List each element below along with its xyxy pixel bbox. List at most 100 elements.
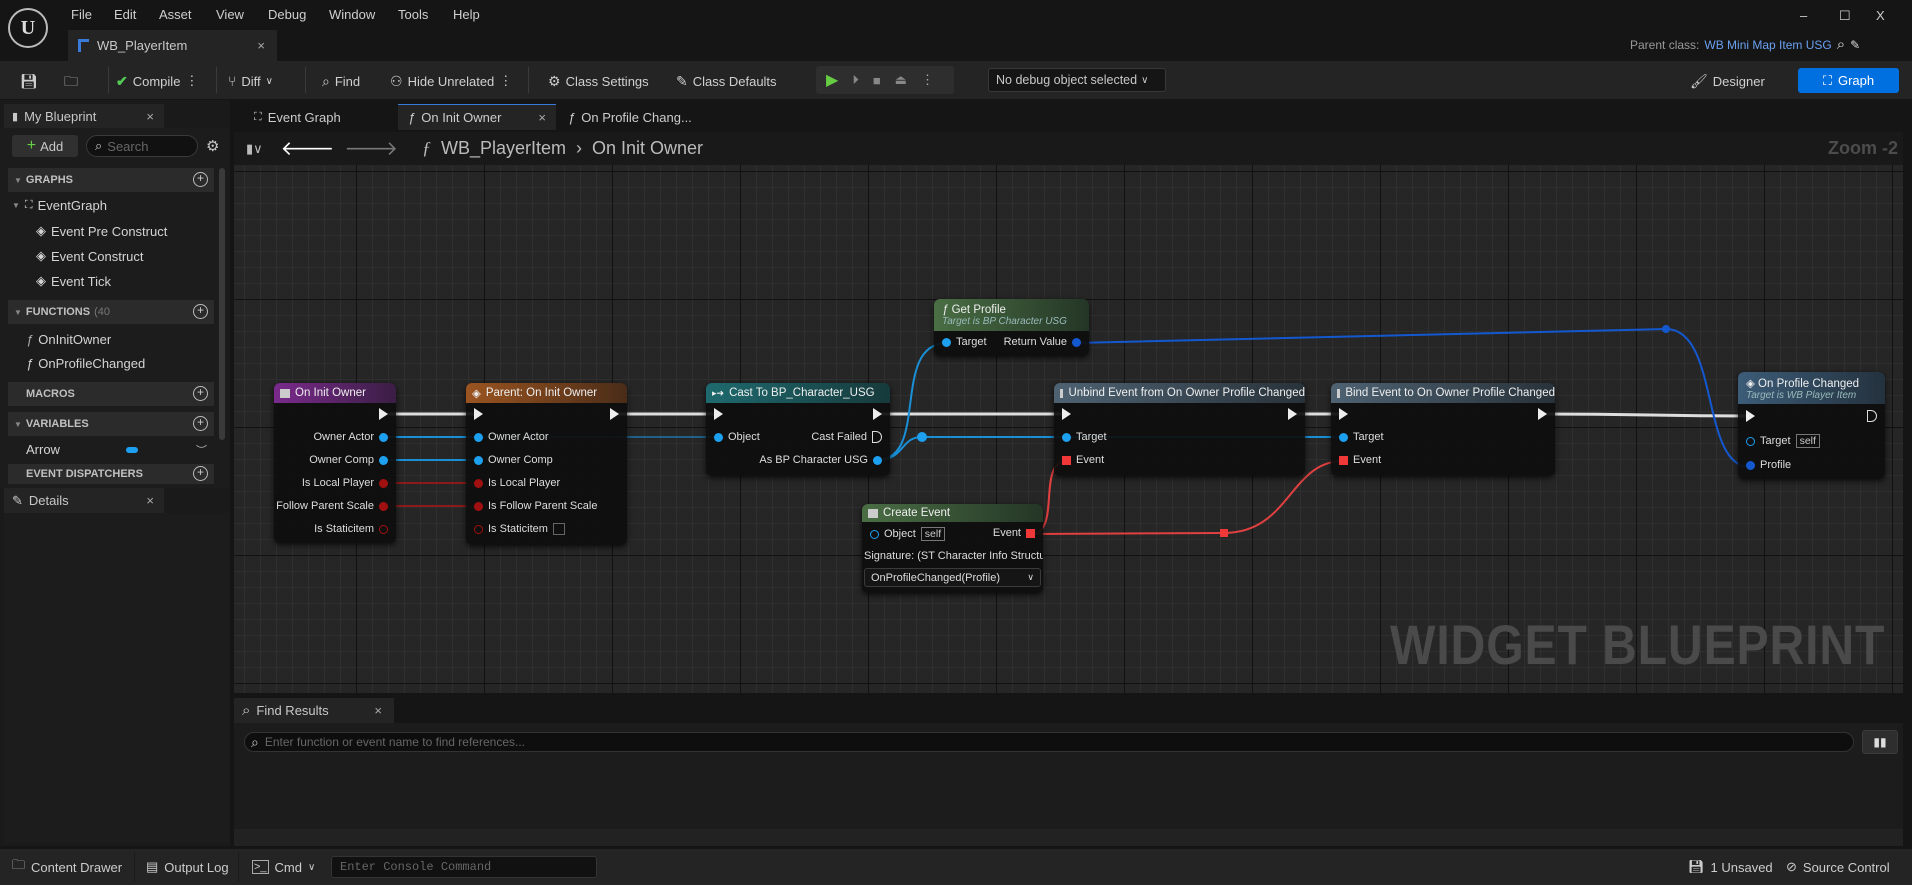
cmd-dropdown[interactable]: >_ Cmd ∨ xyxy=(252,850,315,884)
function-entry-icon xyxy=(280,388,290,398)
exec-out-pin[interactable] xyxy=(1867,410,1877,422)
pin-is-staticitem[interactable] xyxy=(474,524,483,534)
pin-label: Cast Failed xyxy=(811,431,867,443)
node-on-profile-changed[interactable]: ◈ On Profile Changed Target is WB Player … xyxy=(1738,372,1885,479)
close-icon[interactable]: × xyxy=(374,703,382,718)
target-self-input[interactable]: self xyxy=(1795,434,1820,448)
exec-out-pin[interactable] xyxy=(379,408,388,420)
pin-return-value[interactable] xyxy=(1072,337,1081,347)
console-command-input[interactable]: Enter Console Command xyxy=(331,856,597,878)
function-node-icon xyxy=(1060,388,1064,398)
find-binoculars-button[interactable]: ▮▮ xyxy=(1862,730,1898,754)
exec-in-pin[interactable] xyxy=(714,408,723,420)
pin-label: Owner Actor xyxy=(488,431,549,443)
pin-label: Owner Actor xyxy=(313,431,374,443)
find-results-tab-label: Find Results xyxy=(256,703,329,718)
function-select-dropdown[interactable]: OnProfileChanged(Profile) ∨ xyxy=(864,568,1041,587)
pin-label: Is Staticitem xyxy=(488,523,548,535)
pin-label: Is Follow Parent Scale xyxy=(274,500,374,512)
function-icon: ƒ xyxy=(942,303,952,316)
node-title: Parent: On Init Owner xyxy=(485,387,598,399)
output-log-icon: ▤ xyxy=(146,859,159,874)
find-results-tab[interactable]: ⌕ Find Results × xyxy=(234,698,394,723)
content-drawer-icon: 🗀 xyxy=(12,857,26,872)
pin-object[interactable] xyxy=(714,432,723,442)
find-search-input[interactable]: ⌕ Enter function or event name to find re… xyxy=(244,732,1854,752)
pin-target[interactable] xyxy=(942,337,951,347)
pin-target[interactable] xyxy=(1339,432,1348,442)
node-on-init-owner[interactable]: On Init Owner Owner Actor Owner Comp Is … xyxy=(274,383,396,543)
pin-label: Is Staticitem xyxy=(314,523,374,535)
unsaved-label: 1 Unsaved xyxy=(1710,859,1773,875)
unsaved-button[interactable]: 💾︎ 1 Unsaved xyxy=(1688,850,1773,884)
reroute-node xyxy=(1662,325,1670,333)
find-results-panel: ⌕ Find Results × ⌕ Enter function or event… xyxy=(234,694,1903,846)
pin-label: As BP Character USG xyxy=(759,454,868,466)
exec-in-pin[interactable] xyxy=(474,408,483,420)
pin-target[interactable] xyxy=(1746,436,1755,446)
exec-out-pin[interactable] xyxy=(1538,408,1547,420)
output-log-label: Output Log xyxy=(164,859,229,875)
exec-in-pin[interactable] xyxy=(1062,408,1071,420)
exec-in-pin[interactable] xyxy=(1746,410,1755,422)
output-log-button[interactable]: ▤ Output Log xyxy=(146,850,229,884)
pin-label: Event xyxy=(1076,454,1105,466)
exec-out-pin[interactable] xyxy=(1288,408,1297,420)
pin-profile[interactable] xyxy=(1746,460,1755,470)
node-title: Bind Event to On Owner Profile Changed xyxy=(1345,387,1555,399)
pin-event[interactable] xyxy=(1062,455,1071,465)
pin-is-local-player[interactable] xyxy=(379,478,388,488)
node-title: On Init Owner xyxy=(295,387,366,399)
pin-owner-actor[interactable] xyxy=(379,432,388,442)
pin-event[interactable] xyxy=(1339,455,1348,465)
event-diamond-icon: ◈ xyxy=(472,388,481,400)
node-cast-to-bp-character[interactable]: ▸➜ Cast To BP_Character_USG Object Cast Fa… xyxy=(706,383,890,476)
pin-event[interactable] xyxy=(1026,528,1035,538)
pin-label: Target xyxy=(1076,431,1107,443)
pin-is-follow-parent-scale[interactable] xyxy=(379,501,388,511)
pin-as-bp-character[interactable] xyxy=(873,455,882,465)
pin-is-staticitem[interactable] xyxy=(379,524,388,534)
pin-object[interactable] xyxy=(870,529,879,539)
pin-owner-comp[interactable] xyxy=(379,455,388,465)
staticitem-checkbox[interactable] xyxy=(552,523,565,535)
pin-is-local-player[interactable] xyxy=(474,478,483,488)
source-control-button[interactable]: ⊘ Source Control xyxy=(1786,850,1890,884)
node-title: Unbind Event from On Owner Profile Chang… xyxy=(1068,387,1305,399)
node-title: On Profile Changed xyxy=(1758,377,1860,390)
node-bind-event[interactable]: Bind Event to On Owner Profile Changed T… xyxy=(1331,383,1555,476)
terminal-icon: >_ xyxy=(252,860,269,874)
cast-icon: ▸➜ xyxy=(712,387,725,398)
pin-label: Return Value xyxy=(1003,336,1067,348)
reroute-node xyxy=(1220,529,1228,537)
pin-is-follow-parent-scale[interactable] xyxy=(474,501,483,511)
function-node-icon xyxy=(1337,388,1341,398)
exec-out-pin[interactable] xyxy=(610,408,619,420)
node-subtitle: Target is WB Player Item xyxy=(1746,389,1857,401)
pin-owner-comp[interactable] xyxy=(474,455,483,465)
node-get-profile[interactable]: ƒ Get Profile Target is BP Character USG … xyxy=(934,299,1089,356)
search-icon: ⌕ xyxy=(242,702,251,719)
pin-owner-actor[interactable] xyxy=(474,432,483,442)
event-diamond-icon: ◈ xyxy=(1746,377,1759,390)
node-title: Get Profile xyxy=(951,303,1006,316)
exec-cast-failed-pin[interactable] xyxy=(872,431,882,443)
node-create-event[interactable]: Create Event Object self Event Signature: … xyxy=(862,504,1043,593)
signature-label: Signature: (ST Character Info Structure) xyxy=(864,550,1043,562)
source-control-label: Source Control xyxy=(1802,859,1890,875)
node-parent-on-init-owner[interactable]: ◈ Parent: On Init Owner Owner Actor Owner… xyxy=(466,383,627,545)
pin-label: Target xyxy=(1353,431,1384,443)
function-node-icon xyxy=(868,508,878,518)
exec-wire xyxy=(1540,412,1751,418)
node-subtitle: Target is BP Character USG xyxy=(942,315,1067,327)
exec-out-pin[interactable] xyxy=(873,408,882,420)
search-icon: ⌕ xyxy=(251,733,259,750)
object-self-input[interactable]: self xyxy=(920,527,946,541)
content-drawer-button[interactable]: 🗀 Content Drawer xyxy=(12,850,122,884)
chevron-down-icon: ∨ xyxy=(308,861,316,873)
pin-target[interactable] xyxy=(1062,432,1071,442)
node-title: Cast To BP_Character_USG xyxy=(729,387,875,399)
cmd-label: Cmd xyxy=(274,859,302,875)
node-unbind-event[interactable]: Unbind Event from On Owner Profile Chang… xyxy=(1054,383,1305,476)
exec-in-pin[interactable] xyxy=(1339,408,1348,420)
